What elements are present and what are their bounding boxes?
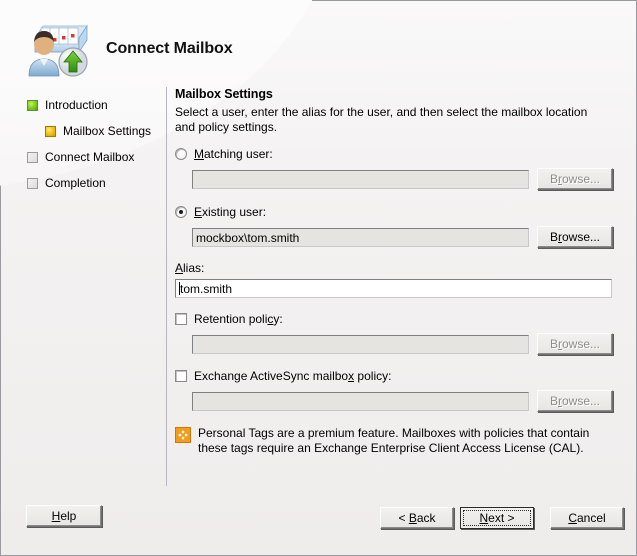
vertical-divider xyxy=(166,87,167,486)
cancel-label-post: ancel xyxy=(576,511,606,525)
help-button[interactable]: Help xyxy=(26,505,102,527)
alias-row: Alias: tom.smith xyxy=(175,261,623,298)
browse-label-pre: B xyxy=(549,172,558,186)
sidebar-item-completion[interactable]: Completion xyxy=(27,175,106,191)
help-label-post: elp xyxy=(60,509,77,523)
step-status-yellow-icon xyxy=(45,125,56,137)
premium-feature-note: Personal Tags are a premium feature. Mai… xyxy=(175,426,623,456)
connect-mailbox-dialog: Connect Mailbox Introduction Mailbox Set… xyxy=(0,0,637,556)
sidebar-item-introduction[interactable]: Introduction xyxy=(27,97,108,113)
cancel-label-accel: C xyxy=(568,511,577,525)
browse-label-pre: B xyxy=(549,394,558,408)
back-label-pre: < xyxy=(398,511,409,525)
back-button[interactable]: < Back xyxy=(380,507,454,529)
dialog-footer: Help < Back Next > Cancel xyxy=(2,493,637,556)
retention-policy-label-post: y: xyxy=(273,312,283,326)
back-label-accel: B xyxy=(408,511,417,525)
cancel-button[interactable]: Cancel xyxy=(550,507,624,529)
sidebar-item-label: Completion xyxy=(45,176,106,190)
existing-user-input[interactable]: mockbox\tom.smith xyxy=(192,227,529,247)
matching-user-label: Matching user: xyxy=(194,147,273,161)
premium-feature-icon xyxy=(175,427,191,443)
browse-label-post: owse... xyxy=(562,337,601,351)
alias-label-rest: lias: xyxy=(183,261,205,275)
activesync-policy-browse-button: Browse... xyxy=(537,390,613,412)
activesync-policy-row: Exchange ActiveSync mailbox policy: Brow… xyxy=(175,368,623,412)
matching-user-label-rest: atching user: xyxy=(204,147,273,161)
existing-user-browse-button[interactable]: Browse... xyxy=(537,226,613,248)
alias-input[interactable]: tom.smith xyxy=(175,279,612,298)
activesync-policy-input xyxy=(192,391,529,411)
existing-user-label-rest: xisting user: xyxy=(202,205,267,219)
matching-user-input xyxy=(192,169,529,189)
next-label-accel: N xyxy=(479,511,489,525)
alias-input-value: tom.smith xyxy=(180,282,233,296)
existing-user-radio[interactable] xyxy=(175,206,187,218)
matching-user-radio[interactable] xyxy=(175,148,187,160)
sidebar-item-label: Connect Mailbox xyxy=(45,150,135,164)
premium-feature-text: Personal Tags are a premium feature. Mai… xyxy=(198,426,590,455)
alias-label-accel: A xyxy=(175,261,184,275)
next-button[interactable]: Next > xyxy=(460,507,534,529)
pane-description: Select a user, enter the alias for the u… xyxy=(175,105,588,134)
wizard-steps-sidebar: Introduction Mailbox Settings Connect Ma… xyxy=(2,83,165,485)
mailbox-settings-pane: Mailbox Settings Select a user, enter th… xyxy=(175,87,623,456)
retention-policy-row: Retention policy: Browse... xyxy=(175,311,623,355)
existing-user-label: Existing user: xyxy=(194,205,266,219)
next-label-post: ext > xyxy=(488,511,515,525)
retention-policy-input xyxy=(192,334,529,354)
back-label-post: ack xyxy=(416,511,436,525)
retention-policy-check-row[interactable]: Retention policy: xyxy=(175,311,623,327)
activesync-policy-label-post: policy: xyxy=(354,369,392,383)
existing-user-radio-row[interactable]: Existing user: xyxy=(175,204,623,220)
activesync-policy-label-pre: Exchange ActiveSync mailbo xyxy=(194,369,349,383)
matching-user-label-accel: M xyxy=(194,147,204,161)
matching-user-row: Matching user: Browse... xyxy=(175,146,623,190)
pane-title: Mailbox Settings xyxy=(175,87,273,101)
activesync-policy-checkbox[interactable] xyxy=(175,370,187,382)
browse-label-pre: B xyxy=(549,230,558,244)
existing-user-field-row: mockbox\tom.smith Browse... xyxy=(192,226,623,248)
alias-label: Alias: xyxy=(175,261,623,275)
sidebar-item-label: Mailbox Settings xyxy=(63,124,152,138)
browse-label-post: owse... xyxy=(562,172,601,186)
matching-user-field-row: Browse... xyxy=(192,168,623,190)
step-status-gray-icon xyxy=(27,151,38,163)
retention-policy-label-pre: Retention poli xyxy=(194,312,268,326)
connect-mailbox-icon xyxy=(21,16,93,78)
page-title: Connect Mailbox xyxy=(106,40,233,57)
dialog-header: Connect Mailbox xyxy=(2,2,637,82)
retention-policy-field-row: Browse... xyxy=(192,333,623,355)
matching-user-radio-row[interactable]: Matching user: xyxy=(175,146,623,162)
retention-policy-checkbox[interactable] xyxy=(175,313,187,325)
browse-label-post: owse... xyxy=(562,230,601,244)
activesync-policy-label: Exchange ActiveSync mailbox policy: xyxy=(194,369,391,383)
existing-user-row: Existing user: mockbox\tom.smith Browse.… xyxy=(175,204,623,248)
sidebar-item-label: Introduction xyxy=(45,98,108,112)
browse-label-post: owse... xyxy=(562,394,601,408)
activesync-policy-check-row[interactable]: Exchange ActiveSync mailbox policy: xyxy=(175,368,623,384)
existing-user-label-accel: E xyxy=(194,205,203,219)
step-status-green-icon xyxy=(27,99,38,111)
matching-user-browse-button: Browse... xyxy=(537,168,613,190)
retention-policy-browse-button: Browse... xyxy=(537,333,613,355)
sidebar-item-connect-mailbox[interactable]: Connect Mailbox xyxy=(27,149,134,165)
sidebar-item-mailbox-settings[interactable]: Mailbox Settings xyxy=(45,123,151,139)
activesync-policy-field-row: Browse... xyxy=(192,390,623,412)
step-status-gray-icon xyxy=(27,177,38,189)
browse-label-pre: B xyxy=(549,337,558,351)
retention-policy-label: Retention policy: xyxy=(194,312,283,326)
